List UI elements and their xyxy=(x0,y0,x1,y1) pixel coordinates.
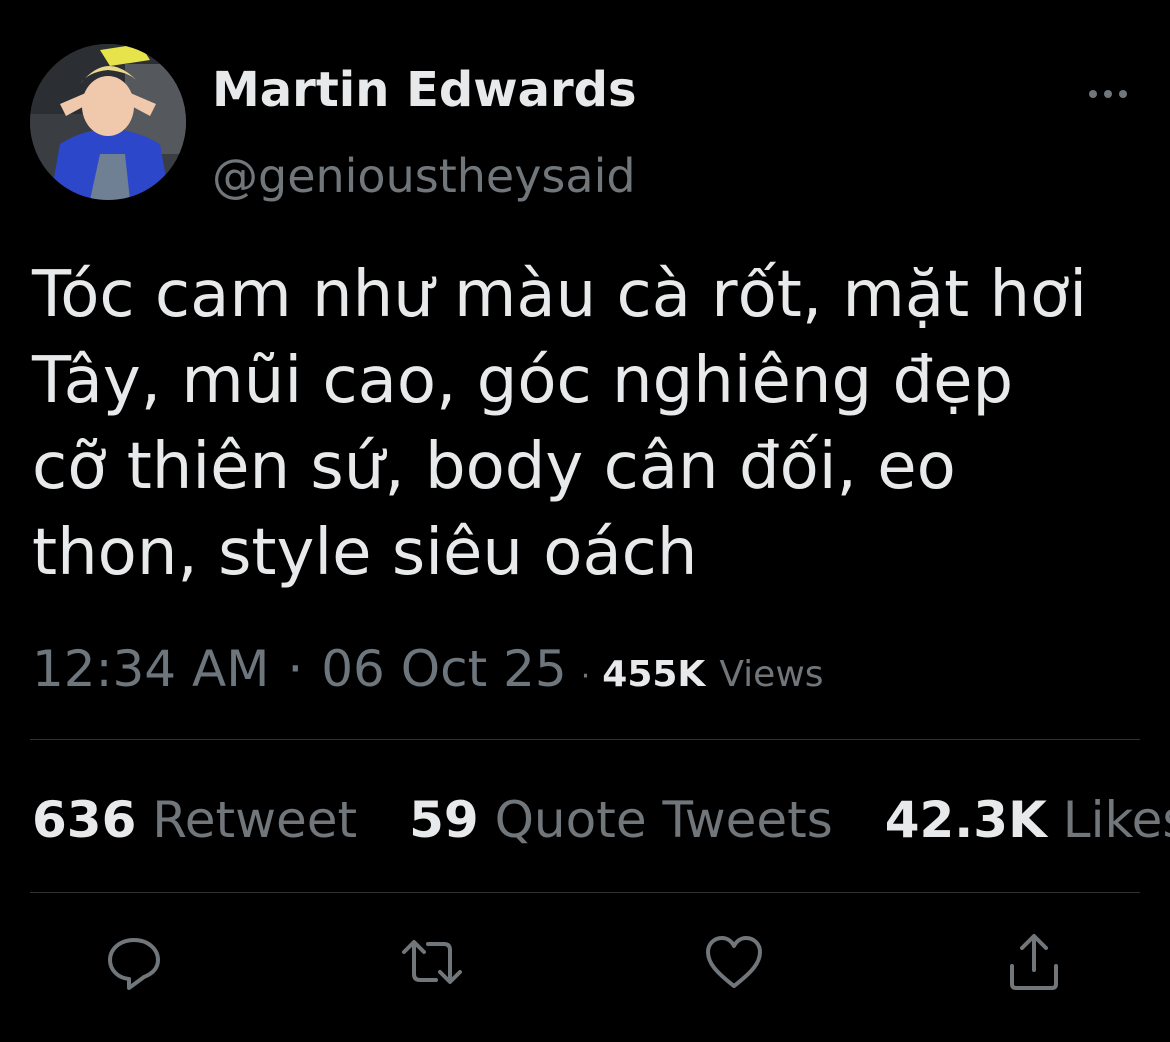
display-name[interactable]: Martin Edwards xyxy=(212,62,637,118)
share-icon xyxy=(1010,934,1058,990)
user-handle[interactable]: @genioustheysaid xyxy=(212,148,636,204)
likes-stat[interactable]: 42.3K Likes xyxy=(885,791,1170,849)
avatar[interactable] xyxy=(30,44,186,200)
engagement-stats: 636 Retweet 59 Quote Tweets 42.3K Likes xyxy=(32,788,1170,852)
meta-separator: · xyxy=(580,659,591,694)
views-label[interactable]: Views xyxy=(719,654,823,695)
tweet-detail: Martin Edwards @genioustheysaid Tóc cam … xyxy=(0,0,1170,1042)
retweet-button[interactable] xyxy=(400,930,464,994)
like-button[interactable] xyxy=(702,930,766,994)
quotes-stat[interactable]: 59 Quote Tweets xyxy=(409,791,833,849)
more-horizontal-icon[interactable] xyxy=(1086,84,1130,104)
likes-label: Likes xyxy=(1062,791,1170,849)
likes-count: 42.3K xyxy=(884,791,1047,849)
avatar-photo xyxy=(30,44,186,200)
retweets-count: 636 xyxy=(32,791,137,849)
tweet-time[interactable]: 12:34 AM xyxy=(32,640,269,698)
meta-separator: · xyxy=(287,640,304,698)
divider xyxy=(30,739,1140,740)
heart-icon xyxy=(706,936,762,988)
retweet-icon xyxy=(402,940,462,984)
quotes-count: 59 xyxy=(409,791,479,849)
action-bar xyxy=(0,930,1170,1000)
retweets-label: Retweet xyxy=(152,791,358,849)
divider xyxy=(30,892,1140,893)
quotes-label: Quote Tweets xyxy=(494,791,833,849)
tweet-text: Tóc cam như màu cà rốt, mặt hơi Tây, mũi… xyxy=(32,258,1087,590)
share-button[interactable] xyxy=(1002,930,1066,994)
tweet-date[interactable]: 06 Oct 25 xyxy=(321,640,566,698)
reply-button[interactable] xyxy=(102,930,166,994)
retweets-stat[interactable]: 636 Retweet xyxy=(32,791,357,849)
tweet-meta: 12:34 AM · 06 Oct 25 · 455K Views xyxy=(32,640,824,698)
reply-icon xyxy=(108,938,160,990)
views-count[interactable]: 455K xyxy=(602,654,705,695)
